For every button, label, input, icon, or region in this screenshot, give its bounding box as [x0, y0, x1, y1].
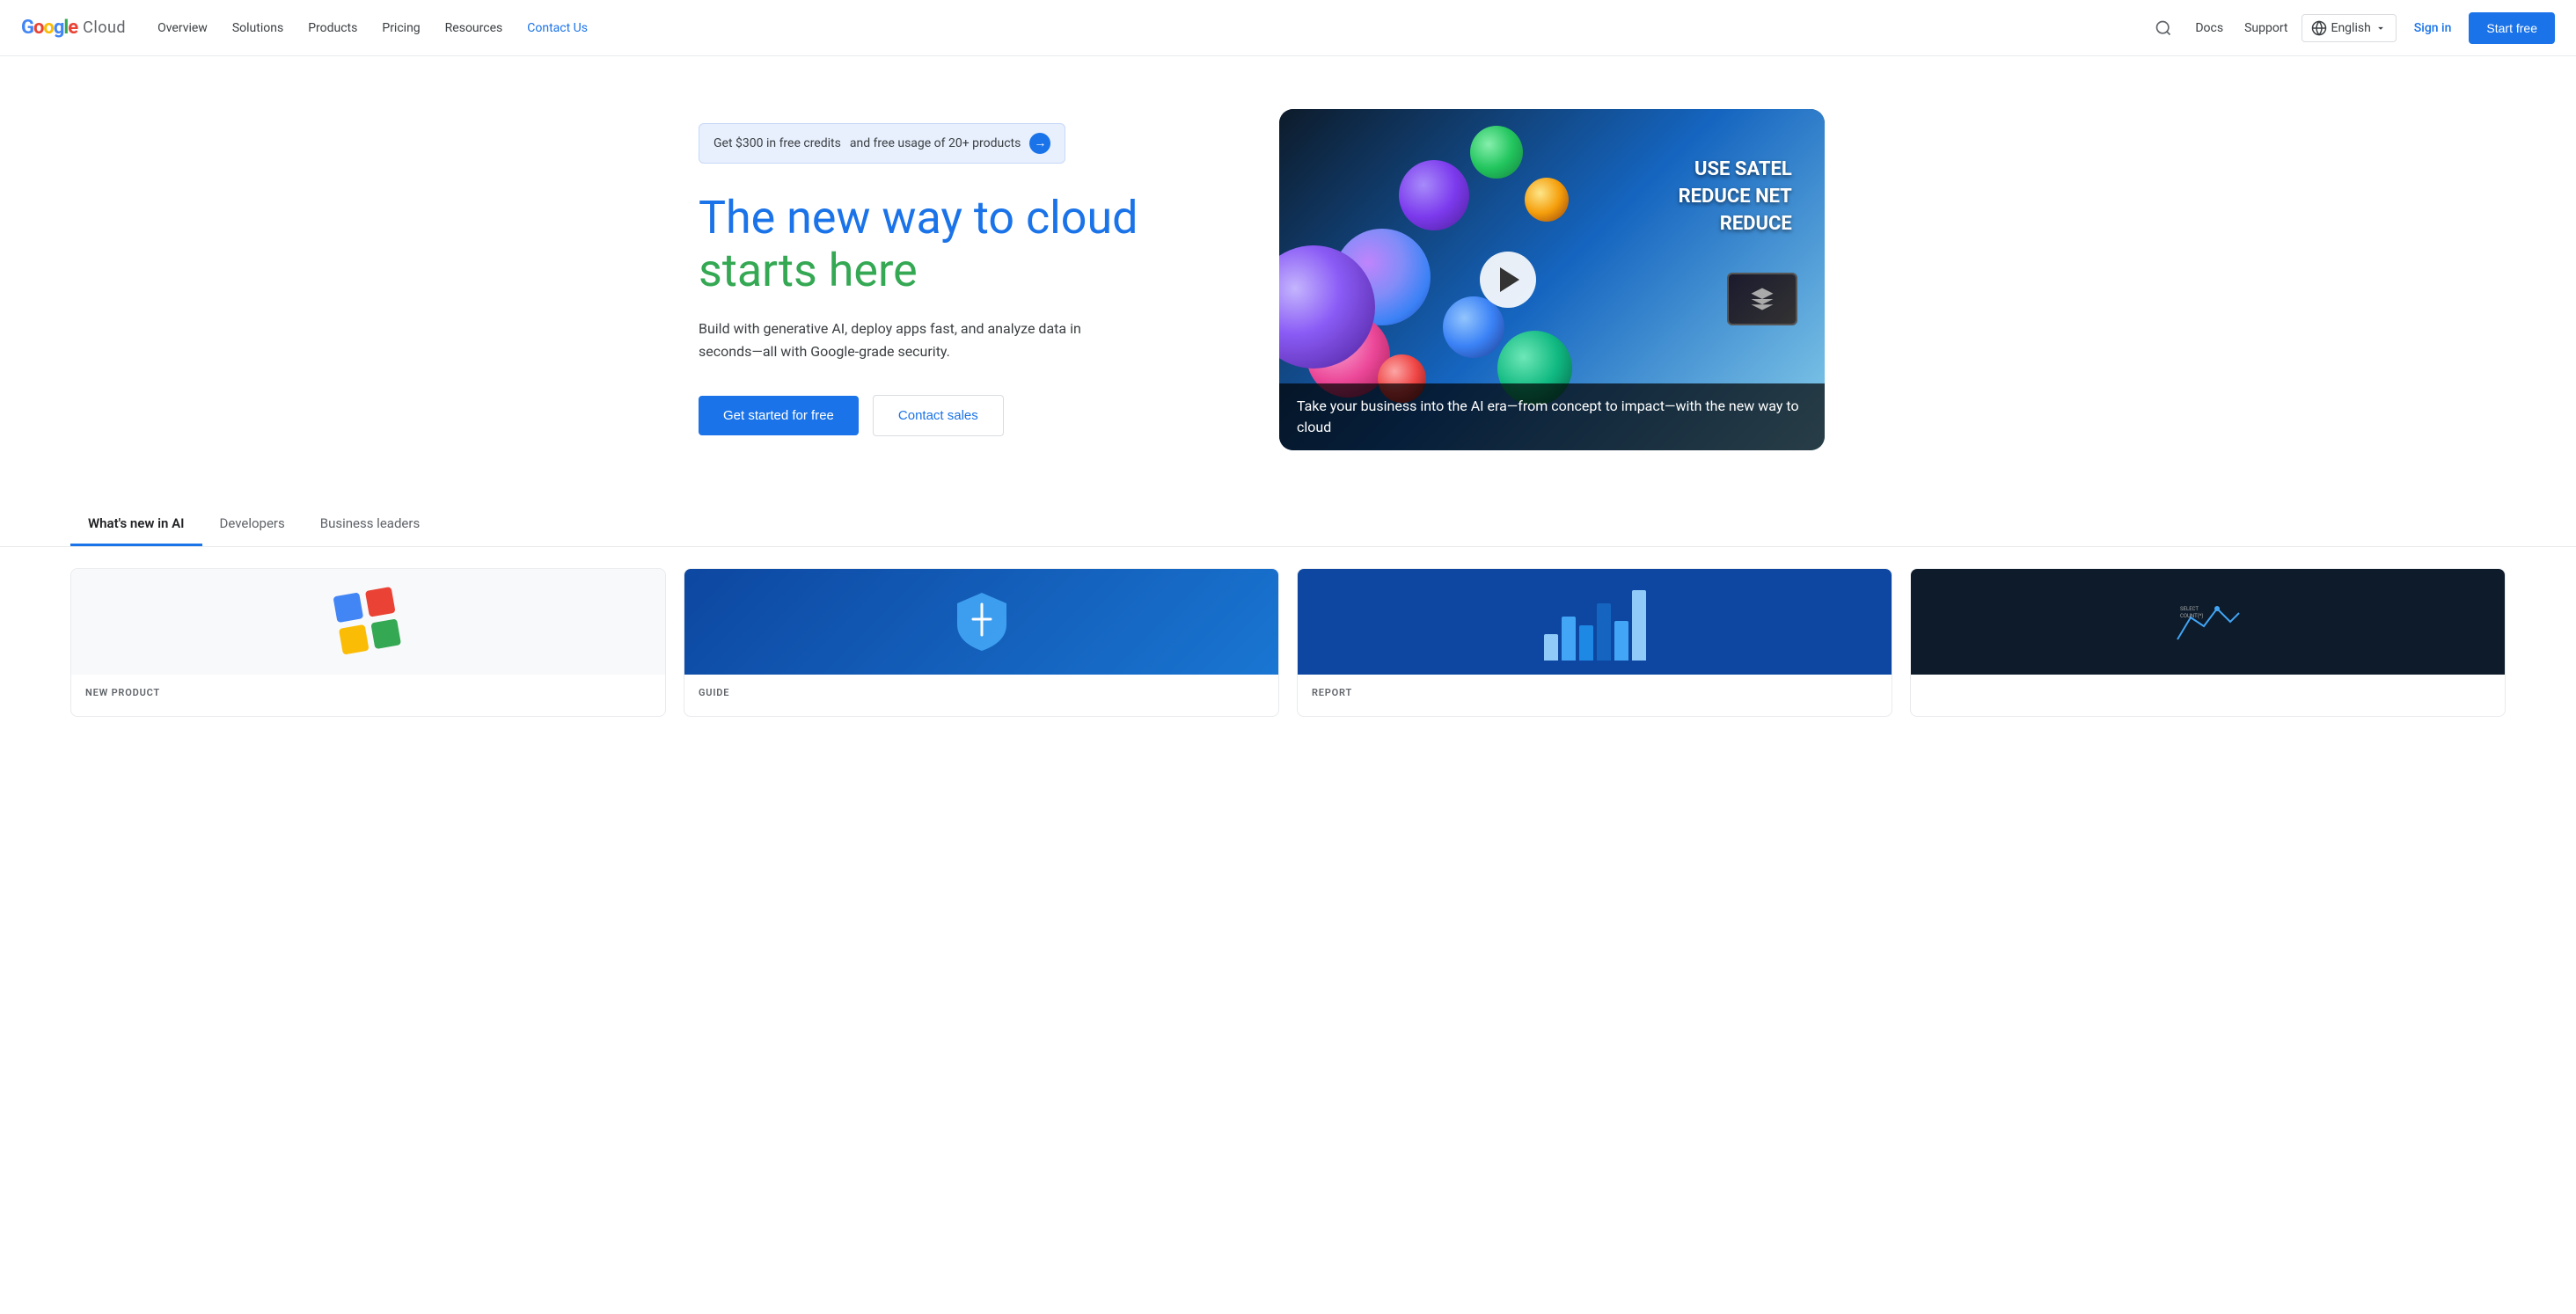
ball-6 [1525, 178, 1569, 222]
banner-text: and free usage of 20+ products [850, 136, 1021, 150]
tabs-row: What's new in AI Developers Business lea… [70, 503, 2506, 546]
logo[interactable]: Google Cloud [21, 17, 126, 39]
cards-section: NEW PRODUCT GUIDE RE [0, 547, 2576, 738]
ball-5 [1443, 296, 1504, 358]
contact-sales-button[interactable]: Contact sales [873, 395, 1004, 436]
bar-6 [1632, 590, 1646, 661]
nav-solutions[interactable]: Solutions [222, 14, 294, 42]
nav-pricing[interactable]: Pricing [371, 14, 430, 42]
nav-resources[interactable]: Resources [435, 14, 514, 42]
start-free-button[interactable]: Start free [2469, 12, 2555, 44]
nav-overview[interactable]: Overview [147, 14, 218, 42]
card-image-4: SELECT COUNT(*) [1911, 569, 2505, 675]
ball-2 [1399, 160, 1469, 230]
bar-1 [1544, 634, 1558, 661]
globe-icon [2311, 20, 2327, 36]
hero-section: Get $300 in free credits and free usage … [628, 56, 1948, 485]
bar-3 [1579, 625, 1593, 661]
video-thumbnail[interactable] [1727, 273, 1797, 325]
shield-icon [955, 591, 1008, 653]
language-selector[interactable]: English [2302, 14, 2396, 42]
card-title-1 [71, 704, 665, 716]
bar-5 [1614, 621, 1628, 661]
navbar: Google Cloud Overview Solutions Products… [0, 0, 2576, 56]
language-label: English [2331, 21, 2370, 35]
docs-link[interactable]: Docs [2188, 14, 2230, 42]
hero-content: Get $300 in free credits and free usage … [699, 123, 1226, 436]
chart-icon: SELECT COUNT(*) [2173, 600, 2243, 644]
bar-4 [1597, 603, 1611, 661]
tab-business[interactable]: Business leaders [303, 503, 437, 546]
play-button[interactable] [1480, 252, 1536, 308]
nav-right: Docs Support English Sign in Start free [2146, 11, 2555, 46]
card-label-2: GUIDE [684, 675, 1278, 704]
nav-contact[interactable]: Contact Us [516, 14, 598, 42]
hero-title-line1: The new way to cloud [699, 191, 1138, 245]
cloud-label: Cloud [83, 18, 126, 37]
google-logo: Google [21, 17, 77, 39]
hero-title-line2: starts here [699, 244, 918, 297]
bar-2 [1562, 617, 1576, 661]
svg-text:SELECT: SELECT [2180, 606, 2199, 612]
card-report[interactable]: REPORT [1297, 568, 1892, 717]
search-button[interactable] [2146, 11, 2181, 46]
video-caption: Take your business into the AI era—from … [1279, 383, 1825, 450]
chevron-down-icon [2375, 22, 2387, 34]
thumbnail-image [1729, 274, 1796, 324]
card-image-3 [1298, 569, 1892, 675]
banner-bold: Get $300 in free credits [714, 136, 841, 150]
signin-button[interactable]: Sign in [2404, 14, 2463, 42]
card-guide[interactable]: GUIDE [684, 568, 1279, 717]
card-image-2 [684, 569, 1278, 675]
product-icon [333, 586, 404, 657]
ball-3 [1470, 126, 1523, 179]
card-image-1 [71, 569, 665, 675]
icon-blue [333, 592, 363, 623]
video-overlay-text: USE SATEL REDUCE NET REDUCE [1679, 157, 1792, 237]
video-player[interactable]: USE SATEL REDUCE NET REDUCE Take your bu… [1279, 109, 1825, 450]
card-title-4 [1911, 692, 2505, 704]
icon-green [370, 618, 401, 649]
hero-video: USE SATEL REDUCE NET REDUCE Take your bu… [1279, 109, 1825, 450]
card-title-2 [684, 704, 1278, 716]
nav-links: Overview Solutions Products Pricing Reso… [147, 14, 2139, 42]
card-label-3: REPORT [1298, 675, 1892, 704]
card-label-4 [1911, 675, 2505, 692]
card-title-3 [1298, 704, 1892, 716]
card-new-product[interactable]: NEW PRODUCT [70, 568, 666, 717]
card-4[interactable]: SELECT COUNT(*) [1910, 568, 2506, 717]
card-label-1: NEW PRODUCT [71, 675, 665, 704]
play-icon [1500, 267, 1519, 292]
hero-buttons: Get started for free Contact sales [699, 395, 1226, 436]
content-tabs: What's new in AI Developers Business lea… [0, 485, 2576, 547]
icon-yellow [338, 624, 369, 654]
banner-arrow-icon: → [1029, 133, 1050, 154]
svg-text:COUNT(*): COUNT(*) [2180, 613, 2203, 619]
hero-description: Build with generative AI, deploy apps fa… [699, 318, 1121, 362]
promo-banner[interactable]: Get $300 in free credits and free usage … [699, 123, 1065, 164]
tab-ai[interactable]: What's new in AI [70, 503, 202, 546]
support-link[interactable]: Support [2237, 14, 2294, 42]
get-started-button[interactable]: Get started for free [699, 396, 859, 435]
nav-products[interactable]: Products [297, 14, 368, 42]
hero-title: The new way to cloud starts here [699, 192, 1226, 297]
icon-red [364, 586, 395, 617]
tab-developers[interactable]: Developers [202, 503, 303, 546]
